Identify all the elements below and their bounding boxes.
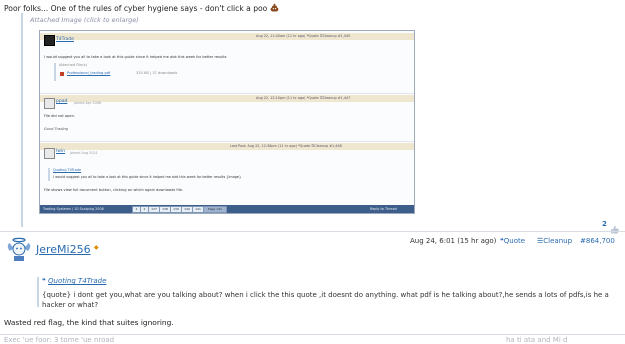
user-avatar-angel-icon[interactable]	[6, 237, 32, 262]
attached-image-block: Attached Image (click to enlarge) Aug 22…	[21, 13, 427, 227]
nested-quote-label: Quoting T4Trade	[53, 168, 82, 172]
user-rank-icon: ◆	[94, 244, 99, 251]
nested-post-c-header	[40, 143, 414, 150]
nested-post-a-meta: Aug 22, 11:40am (11 hr ago) ❝Quote ☰Clea…	[256, 34, 351, 38]
nested-post-a-header	[40, 33, 414, 40]
nested-post-b-meta: Aug 22, 12:10pm (11 hr ago) ❝Quote ☰Clea…	[256, 96, 351, 100]
nested-file-name: Professional_trading.pdf	[67, 71, 111, 75]
nested-reply-link: Reply to Thread	[370, 207, 397, 211]
nested-post-b-signature: Good Trading	[44, 127, 69, 131]
quote-block: ❝ Quoting T4Trade {quote} i dont get you…	[37, 277, 619, 309]
nested-post-c-user: lwin	[56, 149, 66, 154]
post-separator-2	[0, 334, 625, 335]
attached-image-label[interactable]: Attached Image (click to enlarge)	[30, 16, 139, 24]
attached-screenshot[interactable]: Aug 22, 11:40am (11 hr ago) ❝Quote ☰Clea…	[39, 30, 415, 214]
nested-post-c-text: File shows view full document button, cl…	[44, 188, 184, 192]
post-date: Aug 24, 6:01 (15 hr ago)	[410, 237, 497, 245]
pdf-file-icon	[60, 72, 64, 76]
cleanup-button[interactable]: ☰Cleanup	[537, 237, 572, 245]
nested-page-current: Page 141	[203, 206, 227, 213]
nested-post-b-user: ppad	[56, 99, 68, 104]
nested-post-c-meta: Last Post: Aug 22, 12:38pm (11 hr ago) ❝…	[230, 144, 342, 148]
nested-post-c-joined: Joined Aug 2021	[70, 151, 98, 155]
cut-off-text-left: Exec 'ue foor: 3 tome 'ue nroad	[4, 336, 115, 344]
post-number-link[interactable]: #864,700	[580, 237, 615, 245]
nested-post-c-avatar	[44, 148, 55, 159]
quoting-label[interactable]: ❝ Quoting T4Trade	[42, 277, 106, 285]
quote-mark-icon: ❝	[42, 277, 46, 285]
username-link[interactable]: JereMi256	[36, 243, 91, 256]
nested-quote-text: I would suggest you all to take a look a…	[53, 175, 242, 179]
nested-footer: Trading Systems / 10 Scalping 2008 1 2 1…	[40, 205, 414, 213]
quote-text: {quote} i dont get you,what are you talk…	[42, 291, 609, 309]
nested-post-b-avatar	[44, 98, 55, 109]
thumbs-up-icon[interactable]	[610, 219, 619, 238]
nested-footer-breadcrumb: Trading Systems / 10 Scalping 2008	[43, 207, 104, 211]
post-2-text: Wasted red flag, the kind that suites ig…	[4, 318, 174, 327]
nested-post-b-joined: Joined Apr 2006	[74, 101, 102, 105]
cut-off-text-right: ha ti ata and Mi d	[506, 336, 568, 344]
quote-button[interactable]: ❝Quote	[500, 237, 525, 245]
nested-post-b-text: File did not open.	[44, 114, 75, 118]
like-count: 2	[602, 220, 607, 228]
nested-post-a-avatar	[44, 35, 55, 46]
nested-file-meta: 330 KB | 37 downloads	[136, 71, 178, 75]
nested-attached-files-label: Attached File(s)	[59, 63, 87, 67]
nested-post-a-user: T4Trade	[56, 37, 74, 42]
nested-post-a-text: I would suggest you all to take a look a…	[44, 55, 227, 59]
post-separator	[0, 231, 625, 232]
